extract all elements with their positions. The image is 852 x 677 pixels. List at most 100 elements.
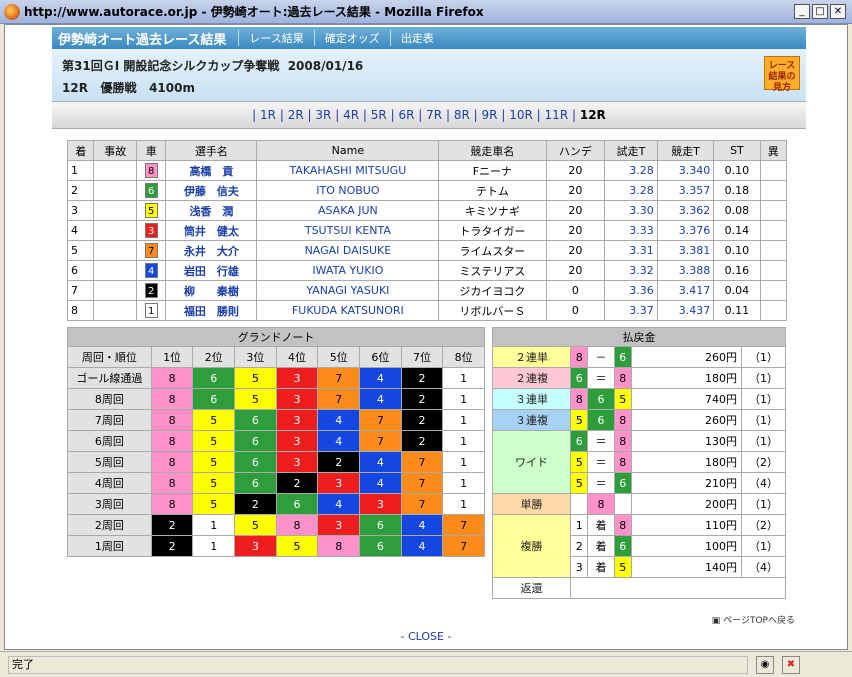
bike-name: ジカイヨコク: [438, 280, 547, 301]
finish-pos: 5: [66, 240, 95, 261]
payout-car: 6: [569, 430, 589, 452]
stop-status-icon[interactable]: ✖: [782, 655, 800, 674]
race-link-10R[interactable]: 10R: [509, 108, 533, 122]
finish-pos: 3: [66, 200, 95, 221]
maximize-button[interactable]: □: [812, 4, 828, 19]
grand-car: 2: [400, 409, 444, 431]
exception: [759, 160, 788, 181]
rider-name-en[interactable]: TSUTSUI KENTA: [256, 220, 440, 241]
exception: [759, 180, 788, 201]
race-link-2R[interactable]: 2R: [288, 108, 304, 122]
payout-amount: 180円: [631, 367, 742, 389]
rider-name-en[interactable]: ITO NOBUO: [256, 180, 440, 201]
grand-car: 7: [442, 535, 485, 557]
race-link-6R[interactable]: 6R: [398, 108, 414, 122]
race-nav-sep: |: [279, 108, 284, 122]
race-nav-sep: |: [445, 108, 451, 122]
grand-car: 3: [234, 535, 277, 557]
race-time: 3.381: [656, 240, 715, 261]
race-nav-sep: |: [390, 108, 395, 122]
race-link-11R[interactable]: 11R: [545, 108, 569, 122]
grand-car: 4: [359, 472, 402, 494]
payout-row: ワイド 6 ＝ 8 130円 （1）: [492, 430, 786, 494]
grand-car: 4: [359, 451, 402, 473]
rider-name-jp[interactable]: 岩田 行雄: [165, 260, 258, 281]
payout-amount: 130円: [631, 430, 742, 452]
window-title: http://www.autorace.or.jp - 伊勢崎オート:過去レース…: [24, 5, 484, 19]
grand-car: 6: [192, 367, 236, 389]
rider-name-jp[interactable]: 永井 大介: [165, 240, 258, 261]
nav-odds[interactable]: 確定オッズ: [313, 30, 390, 46]
grand-car: 4: [400, 514, 444, 536]
exception: [759, 200, 788, 221]
rider-name-en[interactable]: FUKUDA KATSUNORI: [256, 300, 440, 321]
grand-car: 4: [317, 409, 361, 431]
race-link-4R[interactable]: 4R: [343, 108, 359, 122]
table-row: 4 3 筒井 健太 TSUTSUI KENTA トラタイガー 20 3.33 3.376 0.1…: [66, 220, 788, 241]
table-row: 3 5 浅香 潤 ASAKA JUN キミツナギ 20 3.30 3.362 0.08: [66, 200, 788, 221]
race-nav-sep: |: [501, 108, 506, 122]
rider-name-en[interactable]: YANAGI YASUKI: [256, 280, 440, 301]
payout-popularity: （4）: [741, 472, 786, 494]
trial-time: 3.33: [604, 220, 658, 241]
grand-car: 4: [317, 493, 361, 515]
race-time: 3.376: [656, 220, 715, 241]
grand-car: 5: [275, 535, 319, 557]
race-link-3R[interactable]: 3R: [315, 108, 331, 122]
grand-car: 1: [442, 493, 485, 515]
grand-car: 7: [400, 451, 444, 473]
fuku-rank: 3: [569, 556, 589, 578]
rider-name-en[interactable]: TAKAHASHI MITSUGU: [256, 160, 440, 181]
howto-button[interactable]: レース結果の見方: [764, 56, 800, 93]
pagetop-link[interactable]: ▣ ページTOPへ戻る: [712, 613, 795, 626]
firefox-status-icon[interactable]: ◉: [756, 655, 774, 674]
finish-pos: 6: [66, 260, 95, 281]
nav-race-result[interactable]: レース結果: [238, 30, 313, 46]
grand-row: 6周回 8 5 6 3 4 7 2 1: [67, 430, 485, 452]
payout-title: 払戻金: [492, 327, 786, 347]
rider-name-en[interactable]: ASAKA JUN: [256, 200, 440, 221]
rider-name-jp[interactable]: 柳 秦樹: [165, 280, 258, 301]
rider-name-jp[interactable]: 伊藤 信夫: [165, 180, 258, 201]
payout-car: 6: [613, 346, 633, 368]
handicap: 20: [545, 180, 606, 201]
site-title: 伊勢崎オート過去レース結果: [58, 32, 227, 48]
race-link-8R[interactable]: 8R: [454, 108, 470, 122]
finish-pos: 4: [66, 220, 95, 241]
rider-name-en[interactable]: IWATA YUKIO: [256, 260, 440, 281]
accident: [93, 160, 138, 181]
race-link-9R[interactable]: 9R: [482, 108, 498, 122]
close-window-button[interactable]: ✕: [830, 4, 846, 19]
rider-name-jp[interactable]: 高橋 貢: [165, 160, 258, 181]
car-number: 6: [144, 183, 158, 198]
race-link-5R[interactable]: 5R: [371, 108, 387, 122]
car-cell: 3: [136, 220, 167, 241]
grand-car: 3: [275, 430, 319, 452]
race-link-7R[interactable]: 7R: [426, 108, 442, 122]
rider-name-jp[interactable]: 福田 勝則: [165, 300, 258, 321]
race-time: 3.357: [656, 180, 715, 201]
grand-car: 1: [442, 388, 485, 410]
rider-name-jp[interactable]: 浅香 潤: [165, 200, 258, 221]
nav-entry-list[interactable]: 出走表: [389, 30, 444, 46]
payout-amount: 180円: [631, 451, 742, 473]
payout-row: 複勝 1 着 8 110円 （2）: [492, 514, 786, 578]
rider-name-jp[interactable]: 筒井 健太: [165, 220, 258, 241]
grand-car: 7: [317, 388, 361, 410]
grand-row: 2周回 2 1 5 8 3 6 4 7: [67, 514, 485, 536]
grand-car: 3: [317, 472, 361, 494]
car-number: 8: [144, 163, 158, 178]
grand-position-header: 5位: [317, 346, 361, 368]
race-nav: | 1R | 2R | 3R | 4R | 5R | 6R | 7R | 8R …: [52, 101, 806, 129]
finish-pos: 2: [66, 180, 95, 201]
site-header: 伊勢崎オート過去レース結果 レース結果 確定オッズ 出走表: [52, 27, 806, 49]
trial-time: 3.28: [604, 180, 658, 201]
bike-name: テトム: [438, 180, 547, 201]
race-link-1R[interactable]: 1R: [260, 108, 276, 122]
results-header: 異: [759, 140, 788, 161]
start-timing: 0.08: [713, 200, 761, 221]
close-link[interactable]: - CLOSE -: [5, 630, 847, 643]
rider-name-en[interactable]: NAGAI DAISUKE: [256, 240, 440, 261]
handicap: 20: [545, 200, 606, 221]
minimize-button[interactable]: _: [794, 4, 810, 19]
